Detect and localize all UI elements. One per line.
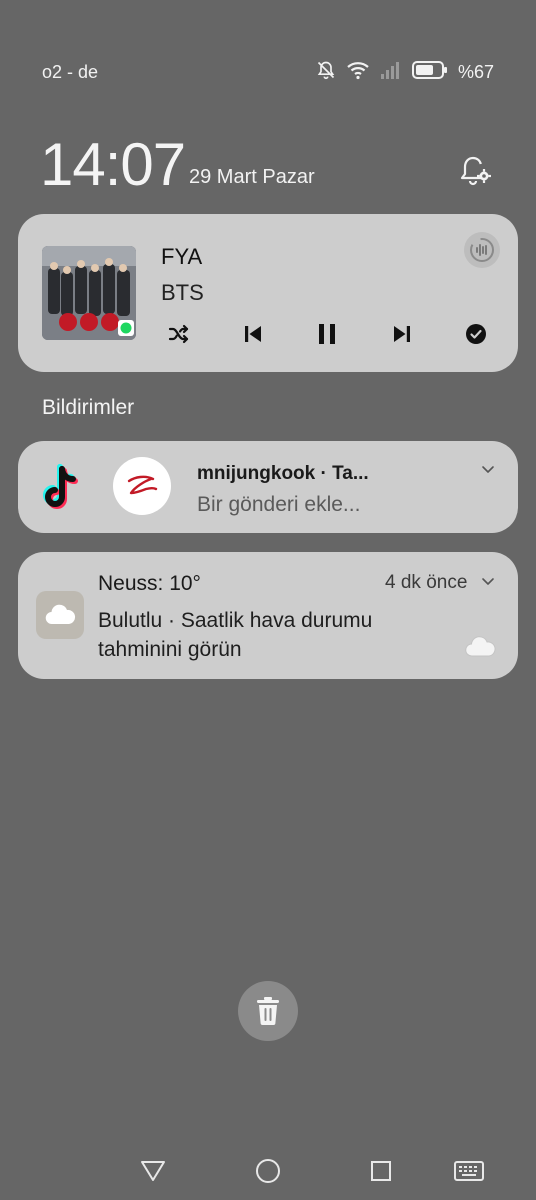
weather-app-icon: [36, 591, 84, 639]
home-button[interactable]: [252, 1155, 284, 1187]
song-artist: BTS: [161, 280, 204, 305]
keyboard-button[interactable]: [452, 1155, 486, 1187]
next-button[interactable]: [386, 318, 418, 350]
notification-body: Bulutlu · Saatlik hava durumu tahminini …: [98, 609, 373, 661]
back-triangle-icon: [141, 1161, 165, 1181]
previous-button[interactable]: [237, 318, 269, 350]
shuffle-icon: [168, 324, 189, 344]
chevron-down-icon: [482, 466, 494, 473]
keyboard-icon: [454, 1161, 484, 1181]
mute-icon: [316, 60, 336, 85]
clear-all-button[interactable]: [238, 981, 298, 1041]
status-icons: %67: [316, 60, 494, 84]
tiktok-app-icon: [38, 461, 86, 513]
next-icon: [394, 326, 410, 342]
cloudy-weather-icon: [464, 636, 498, 663]
wifi-icon: [346, 60, 370, 85]
tiktok-notification[interactable]: mnijungkook · Ta... Bir gönderi ekle...: [18, 441, 518, 533]
audio-output-icon: [470, 238, 494, 262]
recents-square-icon: [371, 1161, 391, 1181]
notifications-section-title: Bildirimler: [42, 396, 135, 419]
home-circle-icon: [256, 1159, 280, 1183]
like-button[interactable]: [460, 318, 492, 350]
trash-icon: [257, 997, 279, 1025]
song-title: FYA: [161, 244, 203, 269]
pause-icon: [319, 324, 335, 344]
shuffle-button[interactable]: [163, 318, 195, 350]
check-icon: [466, 324, 486, 344]
signal-icon: [380, 60, 402, 85]
notification-title: Neuss: 10°: [98, 572, 201, 595]
expand-button[interactable]: [480, 573, 496, 589]
back-button[interactable]: [137, 1155, 169, 1187]
recents-button[interactable]: [365, 1155, 397, 1187]
album-art: [42, 246, 136, 340]
battery-icon: [411, 60, 448, 85]
weather-notification[interactable]: Neuss: 10° 4 dk önce Bulutlu · Saatlik h…: [18, 552, 518, 679]
notification-settings-button[interactable]: [456, 152, 496, 192]
previous-icon: [245, 326, 261, 342]
media-player-card[interactable]: FYA BTS: [18, 214, 518, 372]
notification-title: mnijungkook · Ta...: [197, 463, 369, 484]
chevron-down-icon: [482, 578, 494, 585]
lockscreen-clock: 14:07: [40, 131, 186, 198]
lockscreen-date: 29 Mart Pazar: [189, 166, 315, 188]
cloud-icon: [45, 604, 76, 625]
battery-percent: %67: [457, 61, 494, 82]
notification-body: Bir gönderi ekle...: [197, 493, 361, 516]
expand-button[interactable]: [480, 461, 496, 477]
carrier-label: o2 - de: [42, 62, 99, 82]
bell-settings-icon: [460, 156, 491, 186]
avatar: [113, 457, 171, 515]
notification-timestamp: 4 dk önce: [385, 572, 468, 593]
pause-button[interactable]: [311, 318, 343, 350]
audio-output-button[interactable]: [464, 232, 500, 268]
